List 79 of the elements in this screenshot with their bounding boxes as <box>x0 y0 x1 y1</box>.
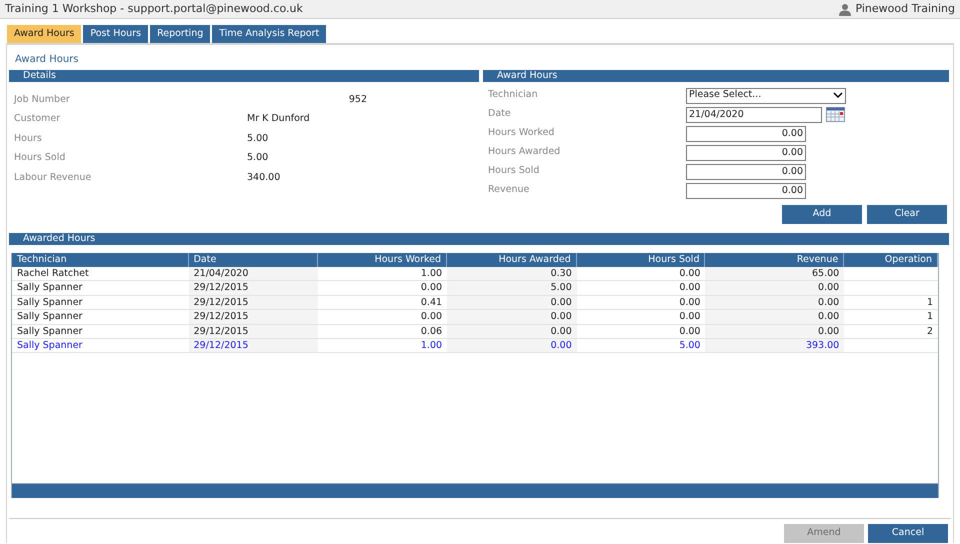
number-field[interactable]: 0.00 <box>686 144 806 160</box>
calendar-icon[interactable] <box>826 107 845 122</box>
date-field[interactable]: 21/04/2020 <box>686 106 822 122</box>
table-cell: 0.00 <box>679 282 700 294</box>
table-cell: 0.00 <box>420 311 442 322</box>
number-field[interactable]: 0.00 <box>686 126 806 142</box>
table-cell: 29/12/2015 <box>194 282 248 294</box>
field-label: Revenue <box>488 183 530 198</box>
field-value: 5.00 <box>247 132 268 146</box>
table-cell: 1.00 <box>420 340 442 351</box>
table-cell: 1 <box>926 296 933 308</box>
table-cell: 1 <box>926 311 933 322</box>
table-cell: 0.00 <box>550 311 572 322</box>
column-header: Technician <box>12 253 189 267</box>
table-cell: 0.30 <box>550 268 572 279</box>
button[interactable]: Clear <box>867 205 947 224</box>
table-cell: 0.00 <box>818 282 840 294</box>
window-title: Training 1 Workshop - support.portal@pinewood.co.uk <box>5 0 303 17</box>
table-cell: 5.00 <box>679 340 700 351</box>
table-cell: 0.00 <box>679 268 700 279</box>
tab[interactable]: Reporting <box>150 25 210 43</box>
field-label: Hours Sold <box>488 164 540 178</box>
table-cell: 29/12/2015 <box>194 311 248 322</box>
table-cell: 1.00 <box>420 268 442 279</box>
table-cell: Sally Spanner <box>17 311 82 322</box>
field-label: Labour Revenue <box>14 170 92 185</box>
field-value: Mr K Dunford <box>247 112 310 126</box>
table-cell: 0.00 <box>550 296 572 308</box>
field-value: 5.00 <box>247 151 268 166</box>
table-cell: 65.00 <box>812 268 840 279</box>
table-cell: 0.00 <box>550 340 572 351</box>
table-cell: 0.00 <box>818 296 840 308</box>
table-cell: 29/12/2015 <box>194 326 248 337</box>
field-value: 340.00 <box>247 170 280 185</box>
number-field[interactable]: 0.00 <box>686 182 806 198</box>
table-cell: 5.00 <box>550 282 572 294</box>
table-cell: 0.41 <box>420 296 442 308</box>
table-cell: Sally Spanner <box>17 296 82 308</box>
table-cell: Sally Spanner <box>17 340 82 351</box>
table-cell: 0.00 <box>420 282 442 294</box>
table-cell: 0.00 <box>679 296 700 308</box>
field-label: Hours <box>14 132 43 146</box>
table-cell: 29/12/2015 <box>194 296 248 308</box>
user-name: Pinewood Training <box>855 0 955 17</box>
button[interactable]: Cancel <box>868 524 948 543</box>
section-header: Award Hours <box>483 70 949 82</box>
field-label: Technician <box>488 88 539 102</box>
table-cell: 21/04/2020 <box>194 268 248 279</box>
page-title: Award Hours <box>15 53 80 67</box>
table-cell: 393.00 <box>806 340 840 351</box>
table-cell: 0.00 <box>818 326 840 337</box>
field-label: Hours Worked <box>488 126 556 140</box>
table-cell: 2 <box>926 326 933 337</box>
field-label: Date <box>488 107 512 122</box>
tab[interactable]: Time Analysis Report <box>212 25 326 43</box>
table-cell: Sally Spanner <box>17 326 82 337</box>
field-label: Job Number <box>14 92 71 107</box>
user-icon <box>839 2 852 16</box>
chevron-down-icon <box>833 92 843 99</box>
section-header: Details <box>9 70 479 82</box>
table-cell: 0.00 <box>818 311 840 322</box>
field-label: Customer <box>14 112 62 126</box>
field-value: 952 <box>348 92 367 107</box>
table-cell: Rachel Ratchet <box>17 268 89 279</box>
table-cell: 29/12/2015 <box>194 340 248 351</box>
tab[interactable]: Post Hours <box>83 25 148 43</box>
field-label: Hours Sold <box>14 151 66 166</box>
column-header: Operation <box>844 253 938 267</box>
button[interactable]: Add <box>782 205 862 224</box>
technician-dropdown[interactable]: Please Select... <box>686 88 846 104</box>
table-cell: 0.00 <box>679 326 700 337</box>
number-field[interactable]: 0.00 <box>686 164 806 180</box>
table-cell: 0.00 <box>550 326 572 337</box>
table-cell: 0.00 <box>679 311 700 322</box>
field-label: Hours Awarded <box>488 145 562 160</box>
table-cell: Sally Spanner <box>17 282 82 294</box>
section-header: Awarded Hours <box>9 233 949 245</box>
table-cell: 0.06 <box>420 326 442 337</box>
tab[interactable]: Award Hours <box>7 25 82 43</box>
